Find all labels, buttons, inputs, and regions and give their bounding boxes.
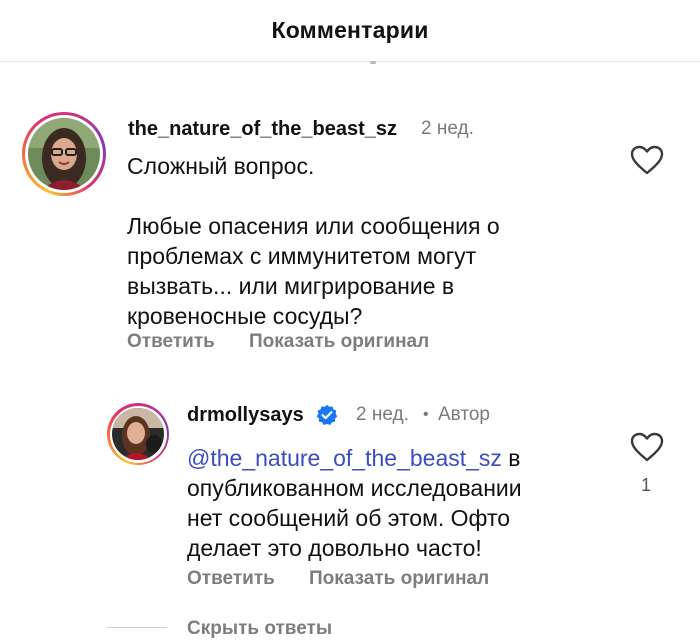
reply-line: делает это довольно часто!	[187, 535, 482, 561]
comment-line: кровеносные сосуды?	[127, 303, 363, 329]
reply-username[interactable]: drmollysays	[187, 404, 304, 427]
comment-line: Любые опасения или сообщения о	[127, 213, 500, 239]
avatar-photo	[28, 118, 100, 190]
like-count: 1	[641, 475, 652, 495]
avatar[interactable]	[22, 112, 106, 196]
reply-line-rest: в	[501, 445, 521, 471]
comments-header: Комментарии	[0, 0, 700, 62]
reply-button[interactable]: Ответить	[127, 331, 215, 353]
reply-line: опубликованном исследовании	[187, 475, 522, 501]
comment-line: вызвать... или мигрирование в	[127, 273, 455, 299]
comment-line: проблемах с иммунитетом могут	[127, 243, 477, 269]
verified-badge-icon	[316, 404, 338, 425]
comment-username[interactable]: the_nature_of_the_beast_sz	[128, 118, 397, 141]
reply-text: @the_nature_of_the_beast_sz в опубликова…	[187, 443, 607, 563]
comment-line	[127, 181, 567, 211]
reply-time: 2 нед.	[356, 404, 409, 425]
reply-line: нет сообщений об этом. Офто	[187, 505, 511, 531]
comment-line: Сложный вопрос.	[127, 153, 315, 179]
sheet-handle[interactable]	[370, 61, 376, 64]
reply-avatar[interactable]	[107, 403, 169, 465]
show-original-button[interactable]: Показать оригинал	[249, 331, 429, 353]
author-label: Автор	[438, 404, 490, 425]
heart-icon[interactable]	[630, 145, 664, 175]
separator-dot: •	[423, 406, 429, 423]
comment-time: 2 нед.	[421, 118, 474, 139]
reply-line: @the_nature_of_the_beast_sz в	[187, 443, 607, 473]
reply-reply-button[interactable]: Ответить	[187, 568, 275, 590]
mention-link[interactable]: @the_nature_of_the_beast_sz	[187, 445, 502, 471]
reply-avatar-photo	[112, 408, 164, 460]
reply-show-original-button[interactable]: Показать оригинал	[309, 568, 489, 590]
comment-text: Сложный вопрос. Любые опасения или сообщ…	[127, 151, 567, 331]
heart-icon[interactable]	[630, 432, 664, 462]
page-title: Комментарии	[271, 17, 429, 43]
replies-divider	[107, 627, 167, 628]
hide-replies-button[interactable]: Скрыть ответы	[187, 618, 332, 640]
